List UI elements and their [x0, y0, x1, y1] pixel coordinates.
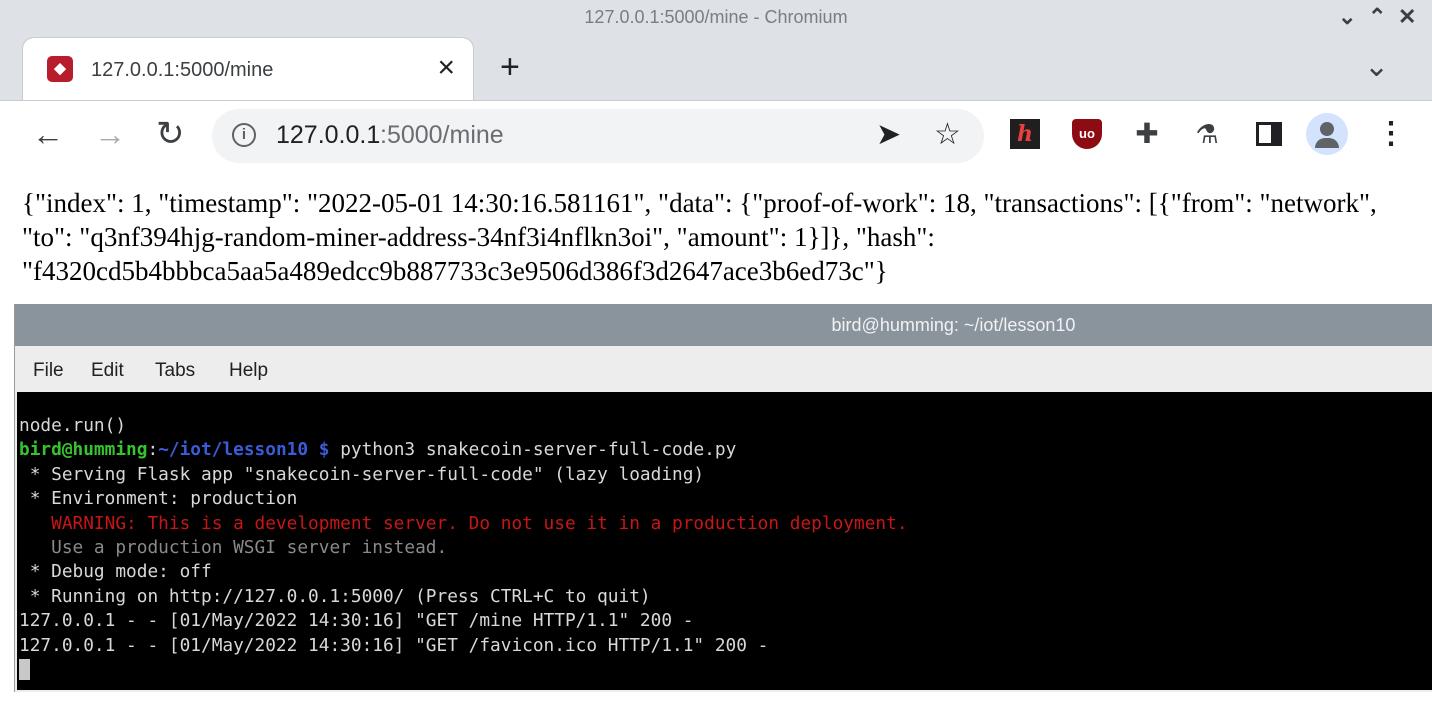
terminal-output[interactable]: node.run() bird@humming:~/iot/lesson10 $… — [17, 392, 1432, 690]
minimize-icon[interactable]: ⌄ — [1338, 4, 1356, 30]
terminal-titlebar: bird@humming: ~/iot/lesson10 — [15, 304, 1432, 346]
back-icon[interactable]: ← — [32, 115, 64, 153]
terminal-line: 127.0.0.1 - - [01/May/2022 14:30:16] "GE… — [19, 610, 694, 632]
prompt-path: ~/iot/lesson10 $ — [158, 439, 330, 461]
terminal-line: 127.0.0.1 - - [01/May/2022 14:30:16] "GE… — [19, 634, 769, 656]
tab-active[interactable]: ◆ 127.0.0.1:5000/mine × — [22, 37, 474, 100]
diamond-favicon-icon: ◆ — [47, 56, 73, 82]
page-bottom — [0, 692, 1432, 714]
terminal-window: bird@humming: ~/iot/lesson10 File Edit T… — [14, 304, 1432, 692]
ublock-icon[interactable]: uo — [1072, 119, 1102, 149]
terminal-title: bird@humming: ~/iot/lesson10 — [831, 315, 1076, 335]
reload-icon[interactable]: ↻ — [156, 115, 185, 153]
url-host: 127.0.0.1 — [276, 121, 381, 149]
menu-icon[interactable]: ⋮ — [1376, 117, 1406, 151]
menu-help[interactable]: Help — [229, 360, 268, 382]
window-title: 127.0.0.1:5000/mine - Chromium — [584, 7, 848, 27]
maximize-icon[interactable]: ⌃ — [1368, 4, 1386, 30]
browser-toolbar: ← → ↻ i 127.0.0.1 :5000/mine ➤ ☆ h uo ✚ … — [0, 100, 1432, 170]
terminal-line: Use a production WSGI server instead. — [19, 536, 448, 558]
terminal-line: * Debug mode: off — [19, 561, 212, 583]
profile-icon[interactable] — [1306, 113, 1348, 155]
info-icon[interactable]: i — [232, 123, 256, 147]
flask-icon[interactable]: ⚗ — [1192, 119, 1222, 149]
send-icon[interactable]: ➤ — [876, 117, 901, 153]
url-path: :5000/mine — [380, 121, 504, 149]
menu-edit[interactable]: Edit — [91, 360, 124, 382]
menu-file[interactable]: File — [33, 360, 64, 382]
tab-search-icon[interactable]: ⌄ — [1364, 50, 1389, 84]
prompt-separator: : — [147, 439, 159, 461]
forward-icon[interactable]: → — [94, 115, 126, 153]
terminal-warning-line: WARNING: This is a development server. D… — [19, 512, 908, 534]
window-titlebar: 127.0.0.1:5000/mine - Chromium ⌄ ⌃ ✕ — [0, 0, 1432, 36]
terminal-cursor-line — [19, 658, 1432, 682]
h-extension-icon[interactable]: h — [1010, 119, 1040, 149]
address-bar[interactable]: i 127.0.0.1 :5000/mine ➤ ☆ — [212, 109, 984, 163]
tab-close-icon[interactable]: × — [437, 52, 455, 84]
terminal-menubar: File Edit Tabs Help — [15, 346, 1432, 392]
page-json-response: {"index": 1, "timestamp": "2022-05-01 14… — [22, 188, 1377, 286]
terminal-cursor — [19, 659, 30, 681]
puzzle-icon[interactable]: ✚ — [1132, 119, 1162, 149]
close-window-icon[interactable]: ✕ — [1398, 4, 1416, 30]
tab-title: 127.0.0.1:5000/mine — [91, 59, 274, 81]
terminal-line: * Serving Flask app "snakecoin-server-fu… — [19, 463, 705, 485]
menu-tabs[interactable]: Tabs — [155, 360, 195, 382]
terminal-line: * Environment: production — [19, 488, 298, 510]
tab-strip: ◆ 127.0.0.1:5000/mine × + ⌄ — [0, 36, 1432, 100]
new-tab-button[interactable]: + — [500, 48, 520, 86]
prompt-command: python3 snakecoin-server-full-code.py — [329, 439, 737, 461]
side-panel-icon[interactable] — [1254, 119, 1284, 149]
terminal-prompt-line: bird@humming:~/iot/lesson10 $ python3 sn… — [19, 438, 1432, 462]
prompt-user: bird@humming — [19, 439, 148, 461]
terminal-line: * Running on http://127.0.0.1:5000/ (Pre… — [19, 585, 651, 607]
terminal-line: node.run() — [19, 415, 127, 436]
star-icon[interactable]: ☆ — [934, 117, 961, 153]
